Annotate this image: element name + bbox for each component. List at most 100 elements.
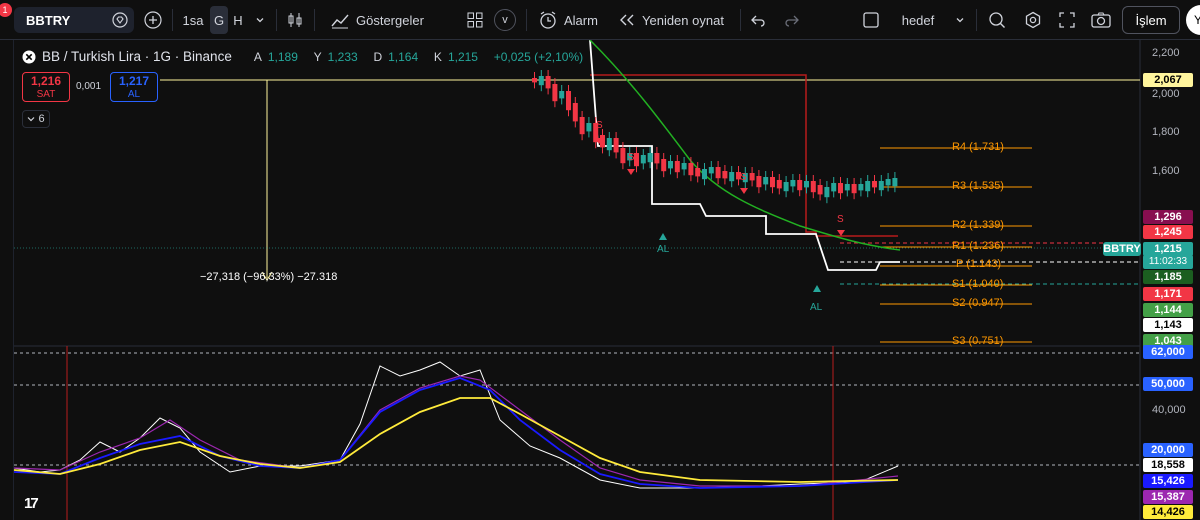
indicators-button[interactable]: Göstergeler bbox=[330, 6, 426, 34]
layout-name[interactable]: hedef bbox=[900, 6, 936, 34]
fullscreen-button[interactable] bbox=[1056, 6, 1078, 34]
candle-body bbox=[892, 178, 898, 187]
divider bbox=[276, 9, 277, 31]
interval-1d[interactable]: G bbox=[210, 6, 228, 34]
interval-dropdown[interactable] bbox=[252, 6, 268, 34]
rewind-icon bbox=[620, 14, 634, 26]
ohlc-high-key: Y bbox=[313, 50, 322, 64]
sell-price: 1,216 bbox=[30, 74, 62, 88]
osc-tag-white: 18,558 bbox=[1143, 458, 1193, 472]
redo-button[interactable] bbox=[782, 6, 802, 34]
replay-button[interactable]: Yeniden oynat bbox=[618, 6, 738, 34]
collapse-indicators-button[interactable]: 6 bbox=[22, 110, 50, 128]
layout-dropdown[interactable] bbox=[952, 6, 968, 34]
candle-body bbox=[586, 123, 592, 132]
candle-body bbox=[804, 181, 809, 188]
candle-body bbox=[763, 177, 769, 185]
candle-body bbox=[878, 181, 884, 191]
alert-button[interactable]: Alarm bbox=[538, 6, 604, 34]
ohlc-close-key: K bbox=[433, 50, 442, 64]
candle-body bbox=[722, 171, 728, 179]
interval-1w[interactable]: H bbox=[230, 6, 246, 34]
fullscreen-icon bbox=[1059, 12, 1075, 28]
candle-body bbox=[552, 84, 558, 102]
redo-icon bbox=[785, 15, 799, 27]
candle-body bbox=[749, 173, 755, 181]
candle-body bbox=[776, 180, 782, 189]
price-axis-label: 1,600 bbox=[1152, 165, 1180, 177]
trade-button[interactable]: İşlem bbox=[1122, 6, 1180, 34]
osc-tag-blue: 15,426 bbox=[1143, 474, 1193, 488]
buy-signal-arrow bbox=[813, 285, 821, 292]
osc-tag-yellow: 14,426 bbox=[1143, 505, 1193, 519]
templates-button[interactable] bbox=[464, 6, 486, 34]
candle-body bbox=[572, 103, 578, 122]
countdown-timer: 11:02:33 bbox=[1143, 255, 1193, 269]
layout-checkbox[interactable] bbox=[862, 6, 880, 34]
pivot-s1: S1 (1.040) bbox=[952, 278, 1004, 290]
price-tag-green-2: 1,144 bbox=[1143, 303, 1193, 317]
binance-close-icon[interactable] bbox=[22, 50, 36, 64]
ohlc-values: A 1,189 Y 1,233 D 1,164 K 1,215 +0,025 (+2,1… bbox=[242, 49, 583, 64]
plus-circle-icon bbox=[144, 11, 162, 29]
candle-body bbox=[695, 168, 701, 177]
grid-icon bbox=[467, 12, 483, 28]
chevron-down-icon bbox=[956, 18, 964, 23]
gear-icon bbox=[1025, 11, 1041, 29]
candle-body bbox=[668, 161, 673, 169]
candle-body bbox=[756, 176, 762, 188]
quick-search-button[interactable] bbox=[986, 6, 1008, 34]
candles-icon bbox=[288, 13, 302, 27]
candle-body bbox=[538, 76, 544, 86]
sell-signal-label: S bbox=[596, 120, 603, 131]
pivot-r4: R4 (1.731) bbox=[952, 141, 1004, 153]
buy-signal-label: AL bbox=[657, 244, 670, 255]
buy-signal-arrow bbox=[659, 233, 667, 240]
osc-tag-50: 50,000 bbox=[1143, 377, 1193, 391]
candle-body bbox=[654, 153, 660, 164]
candle-body bbox=[817, 185, 823, 195]
compare-add-button[interactable] bbox=[142, 6, 164, 34]
price-axis-label: 2,200 bbox=[1152, 47, 1180, 59]
price-tag-r-high: 1,296 bbox=[1143, 210, 1193, 224]
candle-body bbox=[790, 180, 796, 187]
replay-label: Yeniden oynat bbox=[642, 12, 724, 28]
candle-body bbox=[831, 183, 837, 192]
candle-body bbox=[661, 159, 667, 172]
interval-1h[interactable]: 1sa bbox=[180, 6, 206, 34]
symbol-name: BBTRY bbox=[26, 12, 71, 28]
candle-body bbox=[729, 172, 735, 182]
sell-signal-label: S bbox=[628, 152, 635, 163]
chart-area[interactable]: BB / Turkish Lira · 1G · Binance A 1,189 … bbox=[0, 40, 1200, 520]
indicators-icon bbox=[331, 14, 349, 29]
measure-label: −27,318 (−96,33%) −27.318 bbox=[200, 271, 338, 283]
candle-body bbox=[770, 177, 775, 188]
sell-button[interactable]: 1,216 SAT bbox=[22, 72, 70, 102]
undo-button[interactable] bbox=[748, 6, 768, 34]
divider bbox=[314, 9, 315, 31]
candle-body bbox=[824, 187, 830, 198]
buy-label: AL bbox=[127, 89, 141, 100]
chart-type-button[interactable] bbox=[284, 6, 306, 34]
candle-body bbox=[838, 183, 843, 194]
avatar[interactable]: Y bbox=[1186, 5, 1200, 35]
symbol-price-badge: BBTRY bbox=[1103, 242, 1141, 256]
top-toolbar: BBTRY 1 1sa G H Göstergeler v Alarm Yeni… bbox=[0, 0, 1200, 40]
symbol-search-button[interactable]: BBTRY bbox=[14, 7, 134, 33]
buy-button[interactable]: 1,217 AL bbox=[110, 72, 158, 102]
candle-body bbox=[545, 76, 551, 89]
osc-line-blue bbox=[13, 377, 899, 489]
ohlc-low: 1,164 bbox=[388, 50, 419, 64]
settings-button[interactable] bbox=[1022, 6, 1044, 34]
v-button[interactable]: v bbox=[494, 9, 516, 31]
pivot-p: P (1.143) bbox=[956, 258, 1002, 270]
candle-body bbox=[715, 167, 721, 179]
ohlc-open-key: A bbox=[253, 50, 262, 64]
snapshot-button[interactable] bbox=[1090, 6, 1112, 34]
diamond-icon[interactable] bbox=[112, 12, 128, 28]
ohlc-high: 1,233 bbox=[327, 50, 358, 64]
candle-body bbox=[566, 91, 571, 111]
price-chart-canvas[interactable] bbox=[0, 40, 1200, 520]
ohlc-low-key: D bbox=[373, 50, 383, 64]
square-icon bbox=[863, 12, 879, 28]
